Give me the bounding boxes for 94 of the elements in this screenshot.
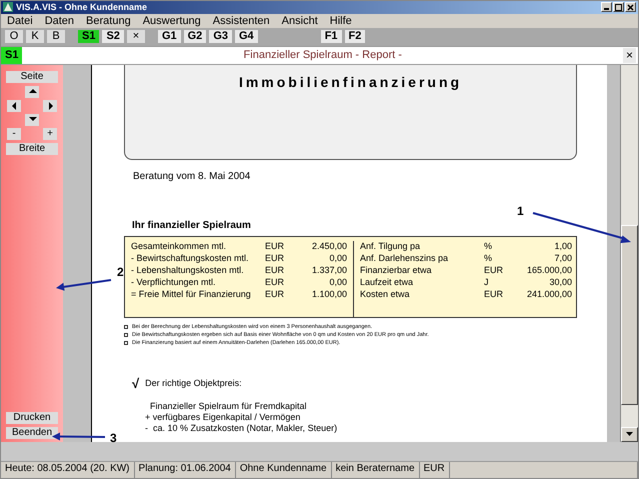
bullet-icon: [124, 332, 128, 337]
row-label: Laufzeit etwa: [360, 276, 414, 288]
zoom-in-button[interactable]: +: [43, 128, 57, 140]
row-unit: EUR: [484, 264, 504, 276]
row-label: Anf. Tilgung pa: [360, 240, 422, 252]
status-field: Ohne Kundenname: [236, 462, 332, 478]
annotation-arrow: [55, 277, 113, 292]
scroll-down-button[interactable]: [25, 114, 39, 126]
triangle-left-icon: [10, 101, 18, 110]
annotation-number: 2: [117, 265, 124, 279]
page-button[interactable]: Seite: [6, 70, 58, 83]
row-label: = Freie Mittel für Finanzierung: [131, 288, 252, 300]
status-field: Heute: 08.05.2004 (20. KW): [1, 462, 135, 478]
row-value: 1.337,00: [310, 264, 347, 276]
bullet-icon: [124, 324, 128, 329]
annotation-number: 1: [517, 204, 524, 218]
row-label: Gesamteinkommen mtl.: [131, 240, 228, 252]
status-field: Planung: 01.06.2004: [134, 462, 236, 478]
toolbar-button[interactable]: F1: [320, 30, 342, 44]
check-mark: √: [132, 376, 140, 391]
row-unit: EUR: [265, 276, 286, 288]
toolbar-button[interactable]: G1: [158, 30, 181, 44]
width-button[interactable]: Breite: [6, 142, 58, 155]
row-label: Finanzierbar etwa: [360, 264, 433, 276]
annotation-number: 3: [110, 431, 117, 445]
row-unit: EUR: [265, 288, 286, 300]
window-title: VIS.A.VIS - Ohne Kundenname: [16, 2, 148, 12]
zoom-out-button[interactable]: -: [7, 128, 21, 140]
row-label: - Verpflichtungen mtl.: [131, 276, 217, 288]
row-label: Anf. Darlehenszins pa: [360, 252, 450, 264]
toolbar-button[interactable]: S2: [102, 30, 124, 44]
row-value: 241.000,00: [526, 288, 572, 300]
row-value: 1.100,00: [310, 288, 347, 300]
menu-item[interactable]: Hilfe: [330, 14, 358, 27]
scroll-right-button[interactable]: [43, 100, 57, 112]
close-button[interactable]: ×: [622, 48, 636, 63]
status-field: kein Beratername: [332, 462, 420, 478]
menu-item[interactable]: Beratung: [86, 14, 137, 27]
scroll-up-button[interactable]: [25, 86, 39, 98]
close-button[interactable]: [625, 2, 636, 12]
maximize-icon: [614, 2, 623, 12]
menu-item[interactable]: Ansicht: [282, 14, 324, 27]
row-value: 2.450,00: [310, 240, 347, 252]
row-value: 165.000,00: [526, 264, 572, 276]
annotation-arrow: [51, 431, 107, 442]
report-title: Finanzieller Spielraum - Report -: [242, 49, 403, 62]
status-field: EUR: [420, 462, 450, 478]
toolbar-button[interactable]: G3: [209, 30, 232, 44]
calculation-line: + verfügbares Eigenkapital / Vermögen: [145, 412, 302, 423]
row-unit: EUR: [484, 288, 504, 300]
row-value: 30,00: [548, 276, 572, 288]
consultation-date: Beratung vom 8. Mai 2004: [133, 170, 252, 182]
row-value: 0,00: [328, 252, 347, 264]
row-unit: EUR: [265, 240, 286, 252]
row-label: - Lebenshaltungskosten mtl.: [131, 264, 245, 276]
close-icon: [626, 2, 635, 12]
calculation-line: Finanzieller Spielraum für Fremdkapital: [149, 400, 308, 412]
scroll-left-button[interactable]: [7, 100, 21, 112]
row-unit: EUR: [265, 264, 286, 276]
toolbar-button[interactable]: S1: [78, 30, 100, 44]
menu-item[interactable]: Auswertung: [142, 14, 207, 27]
row-value: 7,00: [553, 252, 572, 264]
minimize-button[interactable]: [601, 2, 612, 12]
toolbar-button[interactable]: G4: [235, 30, 258, 44]
print-button[interactable]: Drucken: [6, 412, 58, 424]
row-unit: %: [484, 252, 494, 264]
toolbar-button[interactable]: F2: [344, 30, 366, 44]
calculation-line: - ca. 10 % Zusatzkosten (Notar, Makler, Steuer): [145, 422, 338, 434]
toolbar-button[interactable]: G2: [184, 30, 206, 44]
row-value: 1,00: [553, 240, 572, 252]
toolbar-button[interactable]: K: [26, 30, 44, 44]
toolbar-button[interactable]: ×: [126, 30, 145, 44]
section-heading: Ihr finanzieller Spielraum: [132, 220, 251, 231]
row-label: - Bewirtschaftungskosten mtl.: [131, 252, 250, 264]
bullet-icon: [124, 340, 128, 345]
menu-item[interactable]: Daten: [44, 14, 80, 27]
scroll-thumb[interactable]: [621, 224, 638, 405]
row-unit: J: [484, 276, 490, 288]
row-label: Kosten etwa: [360, 288, 411, 300]
app-icon: [3, 2, 13, 12]
menu-item[interactable]: Datei: [7, 14, 39, 27]
report-tag: S1: [1, 46, 22, 64]
exit-button[interactable]: Beenden: [6, 427, 58, 440]
menu-item[interactable]: Assistenten: [212, 14, 276, 27]
triangle-down-icon: [626, 432, 633, 438]
report-heading: Immobilienfinanzierung: [238, 74, 462, 92]
check-item-text: Der richtige Objektpreis:: [145, 378, 242, 388]
toolbar-button[interactable]: O: [5, 30, 23, 44]
row-unit: EUR: [265, 252, 286, 264]
toolbar-button[interactable]: B: [47, 30, 65, 44]
row-unit: %: [484, 240, 494, 252]
maximize-button[interactable]: [613, 2, 624, 12]
row-value: 0,00: [328, 276, 347, 288]
minimize-icon: [604, 8, 609, 10]
